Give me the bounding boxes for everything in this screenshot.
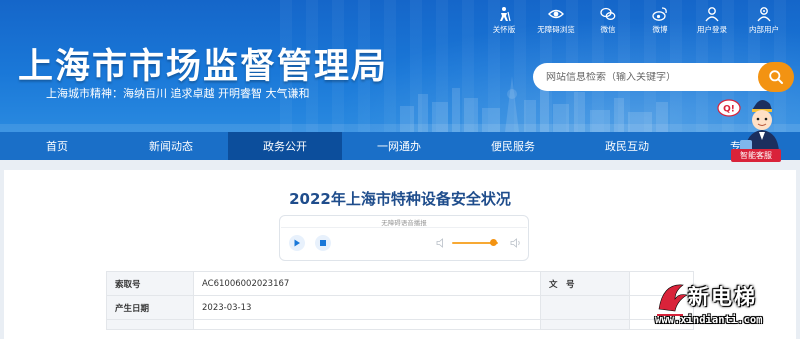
wechat-icon — [600, 7, 616, 20]
elder-care-icon — [500, 7, 511, 22]
stop-button[interactable] — [315, 235, 331, 251]
search-button[interactable] — [758, 62, 794, 92]
meta-cell — [106, 319, 194, 330]
accessibility-link[interactable]: 无障碍浏览 — [530, 6, 582, 36]
city-slogan: 上海城市精神：海纳百川 追求卓越 开明睿智 大气谦和 — [46, 87, 310, 100]
player-tip: 无障碍语音播报 — [381, 219, 427, 227]
play-button[interactable] — [289, 235, 305, 251]
site-search — [533, 62, 794, 92]
weibo-label: 微博 — [652, 25, 668, 34]
weibo-link[interactable]: 微博 — [634, 6, 686, 36]
elder-care-label: 关怀版 — [492, 25, 516, 34]
search-icon — [769, 70, 783, 84]
meta-key-date: 产生日期 — [106, 295, 194, 320]
nav-one-stop-service[interactable]: 一网通办 — [342, 132, 456, 160]
meta-key-index: 索取号 — [106, 271, 194, 296]
volume-down-icon[interactable] — [436, 238, 446, 248]
mascot-bubble-text: Q! — [723, 105, 735, 115]
nav-public-services[interactable]: 便民服务 — [456, 132, 570, 160]
table-row: 索取号 AC61006002023167 文 号 — [106, 271, 694, 296]
meta-cell — [540, 319, 630, 330]
stop-icon — [320, 240, 326, 246]
meta-cell — [193, 319, 541, 330]
weibo-icon — [652, 7, 667, 21]
article-title: 2022年上海市特种设备安全状况 — [289, 190, 511, 208]
user-login-label: 用户登录 — [697, 25, 727, 34]
user-login-link[interactable]: 用户登录 — [686, 6, 738, 36]
watermark-text: 新电梯 — [688, 285, 757, 309]
meta-value-date: 2023-03-13 — [193, 295, 541, 320]
site-title[interactable]: 上海市市场监督管理局 — [18, 38, 388, 89]
wechat-link[interactable]: 微信 — [582, 6, 634, 36]
volume-up-icon[interactable] — [510, 238, 522, 248]
audio-player: 无障碍语音播报 — [279, 215, 529, 261]
internal-user-link[interactable]: 内部用户 — [738, 6, 790, 36]
meta-key-empty — [540, 295, 630, 320]
table-row: 产生日期 2023-03-13 — [106, 295, 694, 320]
watermark-url: www.xindianti.com — [655, 314, 763, 326]
document-meta-table: 索取号 AC61006002023167 文 号 产生日期 2023-03-13 — [106, 271, 694, 330]
table-row — [106, 319, 694, 330]
nav-government-affairs[interactable]: 政务公开 — [228, 132, 342, 160]
search-input[interactable] — [533, 71, 758, 83]
nav-home[interactable]: 首页 — [0, 132, 114, 160]
nav-news[interactable]: 新闻动态 — [114, 132, 228, 160]
player-divider — [281, 227, 527, 228]
meta-key-doc-number: 文 号 — [540, 271, 630, 296]
eye-icon — [548, 9, 564, 19]
accessibility-label: 无障碍浏览 — [537, 25, 575, 34]
meta-value-index: AC61006002023167 — [193, 271, 541, 296]
site-header: 上海市市场监督管理局 上海城市精神：海纳百川 追求卓越 开明睿智 大气谦和 关怀… — [0, 0, 800, 132]
elder-care-link[interactable]: 关怀版 — [478, 6, 530, 36]
smart-service-badge[interactable]: 智能客服 — [731, 149, 781, 162]
play-icon — [294, 239, 300, 247]
wechat-label: 微信 — [600, 25, 616, 34]
top-toolbar: 关怀版 无障碍浏览 微信 微博 用户登录 内部用户 — [478, 6, 790, 36]
internal-user-icon — [757, 7, 771, 22]
nav-interaction[interactable]: 政民互动 — [570, 132, 684, 160]
internal-user-label: 内部用户 — [749, 25, 779, 34]
user-icon — [705, 7, 719, 22]
volume-slider-handle[interactable] — [490, 239, 497, 246]
main-nav: 首页 新闻动态 政务公开 一网通办 便民服务 政民互动 专题 — [0, 132, 800, 160]
